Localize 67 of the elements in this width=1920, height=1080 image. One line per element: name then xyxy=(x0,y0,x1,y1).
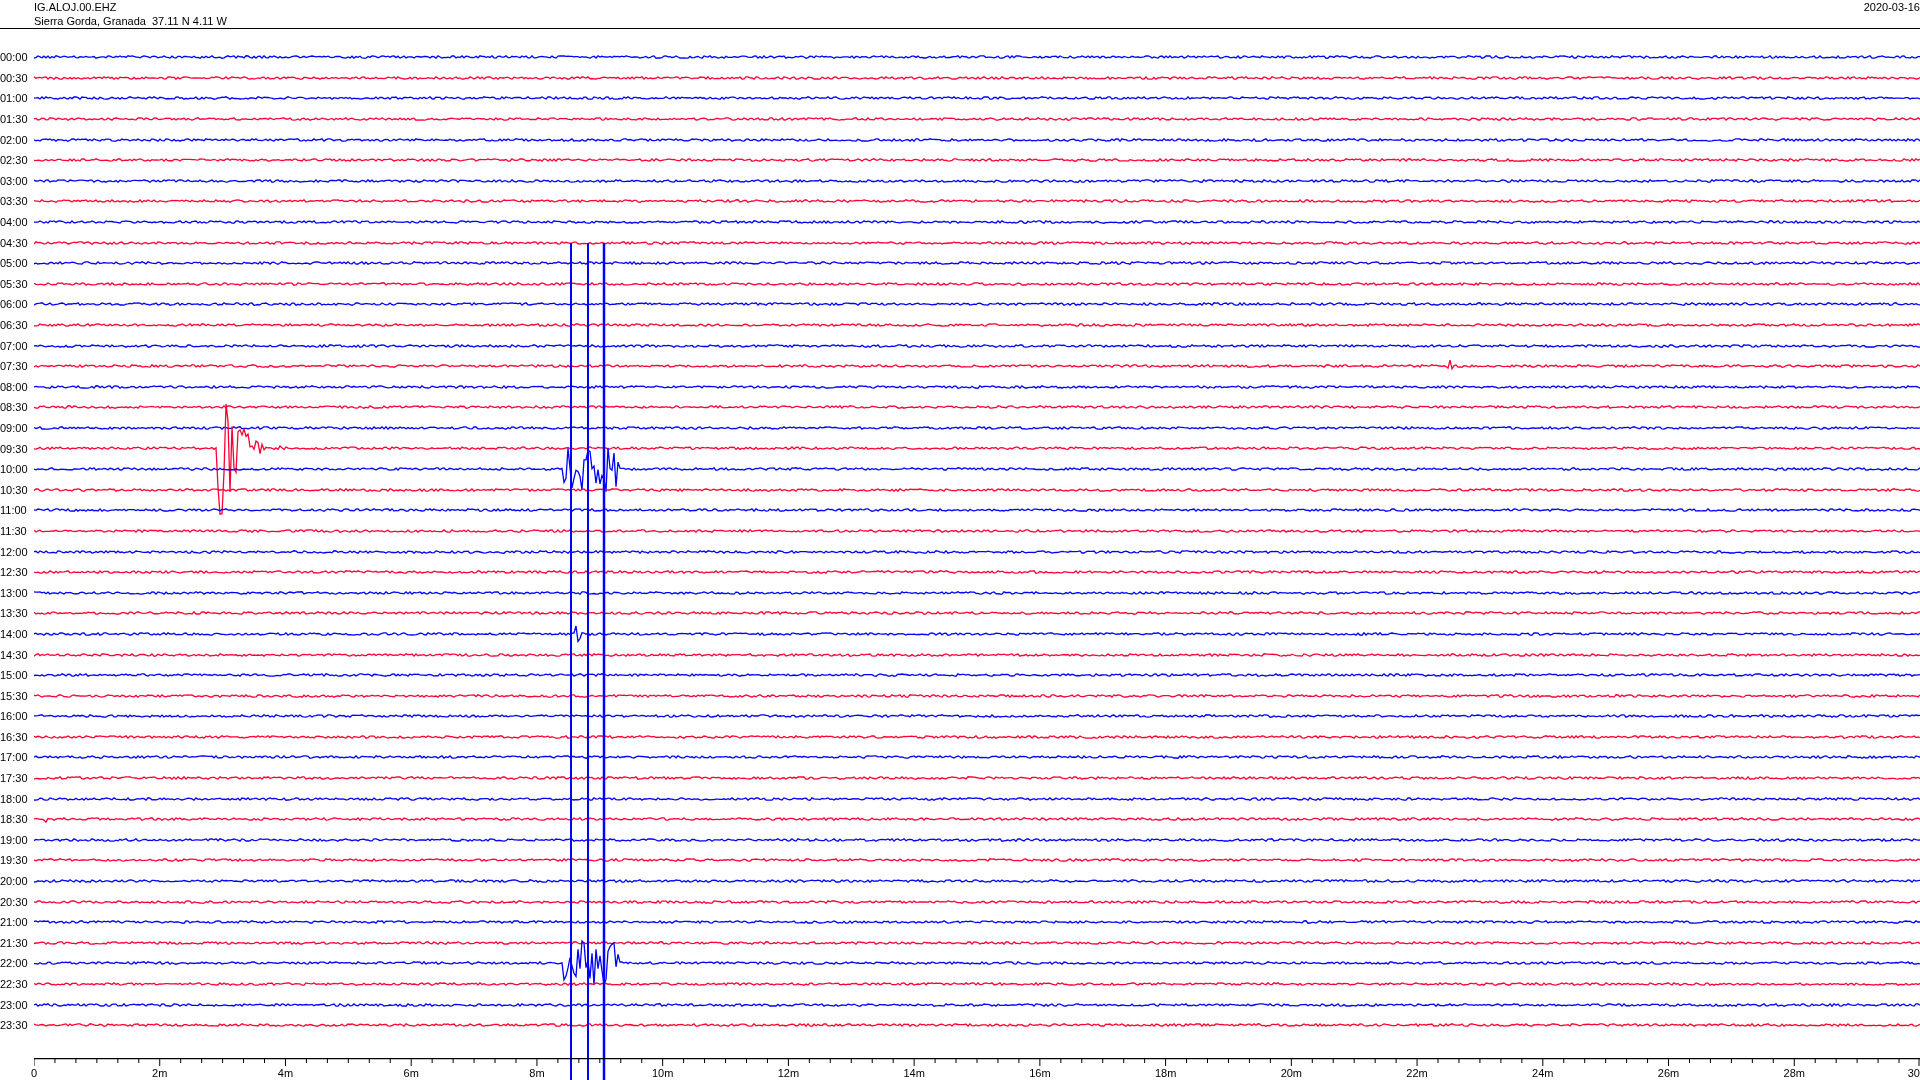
time-label: 19:30 xyxy=(0,854,29,867)
time-label: 02:00 xyxy=(0,133,29,146)
time-label: 04:00 xyxy=(0,216,29,229)
axis-tick-label: 10m xyxy=(651,1066,674,1080)
axis-tick-label: 28m xyxy=(1783,1066,1805,1080)
axis-tick-label: 22m xyxy=(1406,1066,1428,1080)
time-label: 05:00 xyxy=(0,257,29,270)
axis-tick-label: 14m xyxy=(903,1066,925,1080)
axis-tick-label: 26m xyxy=(1657,1066,1680,1080)
time-label: 06:00 xyxy=(0,298,29,311)
time-label: 16:00 xyxy=(0,710,29,723)
time-label: 17:30 xyxy=(0,772,29,785)
time-label: 02:30 xyxy=(0,154,29,167)
time-label: 12:30 xyxy=(0,566,29,579)
time-label: 15:30 xyxy=(0,689,29,702)
time-label: 07:30 xyxy=(0,360,29,373)
time-label: 13:30 xyxy=(0,607,29,620)
time-label: 23:30 xyxy=(0,1019,29,1032)
time-label: 08:30 xyxy=(0,401,29,414)
time-label: 14:30 xyxy=(0,648,29,661)
time-label: 23:00 xyxy=(0,998,29,1011)
axis-tick-label: 6m xyxy=(403,1066,419,1080)
time-label: 21:00 xyxy=(0,916,29,929)
date-label: 2020-03-16 xyxy=(1863,0,1920,14)
time-label: 04:30 xyxy=(0,236,29,249)
axis-tick-label: 8m xyxy=(529,1066,545,1080)
time-label: 03:00 xyxy=(0,174,29,187)
axis-tick-label: 30 xyxy=(1907,1066,1920,1080)
time-label: 05:30 xyxy=(0,277,29,290)
time-label: 10:00 xyxy=(0,463,29,476)
time-label: 13:00 xyxy=(0,586,29,599)
time-label: 09:00 xyxy=(0,422,29,434)
time-label: 10:30 xyxy=(0,483,29,496)
time-label: 16:30 xyxy=(0,730,29,743)
axis-tick-label: 24m xyxy=(1532,1066,1554,1080)
time-label: 01:00 xyxy=(0,92,29,105)
axis-tick-label: 2m xyxy=(152,1066,168,1080)
time-label: 14:00 xyxy=(0,627,29,640)
time-label: 11:00 xyxy=(0,504,28,517)
time-label: 00:00 xyxy=(0,51,29,64)
axis-tick-label: 16m xyxy=(1029,1066,1051,1080)
time-label: 22:00 xyxy=(0,957,29,970)
time-label: 09:30 xyxy=(0,442,29,455)
time-label: 12:00 xyxy=(0,545,29,558)
time-label: 21:30 xyxy=(0,936,29,949)
time-label: 03:30 xyxy=(0,195,29,208)
time-label: 20:00 xyxy=(0,875,29,888)
time-label: 00:30 xyxy=(0,71,29,84)
time-label: 11:30 xyxy=(0,524,28,537)
time-label: 01:30 xyxy=(0,113,29,126)
time-label: 17:00 xyxy=(0,751,29,764)
time-label: 18:00 xyxy=(0,792,29,805)
station-code: IG.ALOJ.00.EHZ xyxy=(34,0,118,14)
station-location: Sierra Gorda, Granada 37.11 N 4.11 W xyxy=(34,14,227,28)
axis-tick-label: 18m xyxy=(1154,1066,1177,1080)
time-label: 19:00 xyxy=(0,833,29,846)
axis-tick-label: 4m xyxy=(277,1066,294,1080)
axis-tick-label: 0 xyxy=(31,1066,38,1080)
time-label: 20:30 xyxy=(0,895,29,908)
time-label: 06:30 xyxy=(0,319,29,331)
time-label: 18:30 xyxy=(0,813,29,826)
time-label: 07:00 xyxy=(0,339,29,352)
time-label: 15:00 xyxy=(0,669,29,682)
time-label: 08:00 xyxy=(0,380,29,393)
axis-tick-label: 12m xyxy=(777,1066,800,1080)
axis-tick-label: 20m xyxy=(1280,1066,1303,1080)
time-label: 22:30 xyxy=(0,978,29,990)
